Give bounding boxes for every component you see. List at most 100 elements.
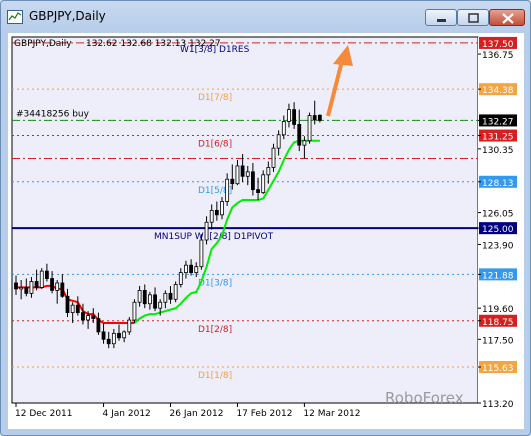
level-label: D1[1/8] <box>198 371 232 381</box>
y-tick-label: 136.75 <box>482 51 514 61</box>
candle-body <box>173 284 178 300</box>
y-tick-label: 117.50 <box>482 336 514 346</box>
candle-body <box>256 189 260 193</box>
candle-body <box>163 292 168 303</box>
candle-body <box>158 301 163 309</box>
candle-body <box>122 331 127 339</box>
candle-body <box>281 121 286 136</box>
candle-body <box>209 209 214 223</box>
price-tag-label: 134.38 <box>482 86 514 96</box>
candle-body <box>111 332 116 345</box>
candle-body <box>199 239 204 268</box>
candle-body <box>276 134 281 149</box>
candle-body <box>106 338 111 345</box>
price-tag-label: 125.00 <box>482 225 514 235</box>
candle-body <box>142 289 147 305</box>
candle-body <box>24 287 29 294</box>
candle-body <box>261 174 266 193</box>
level-label: D1[3/8] <box>198 278 232 288</box>
price-chart[interactable]: W1[3/8] D1RES 137.50D1[7/8]134.38#3441825… <box>8 33 524 429</box>
candle-body <box>194 266 199 274</box>
level-label: #34418256 buy <box>16 109 90 119</box>
price-tag-label: 137.50 <box>482 40 514 50</box>
candle-body <box>287 109 291 122</box>
candle-body <box>75 304 80 314</box>
chart-window: GBPJPY,Daily W1[3/8] D1RES 137.50 D1[7/8] 1… <box>0 0 531 436</box>
y-tick-label: 126.05 <box>482 210 514 220</box>
candle-body <box>14 282 18 290</box>
candle-body <box>235 165 240 185</box>
x-tick-label: 26 Jan 2012 <box>170 409 224 419</box>
candle-body <box>132 301 137 321</box>
ohlc-values: 132.62 132.68 132.13 132.27 <box>86 39 221 49</box>
candle-body <box>147 294 152 305</box>
price-tag-label: 115.63 <box>482 364 514 374</box>
chart-frame: W1[3/8] D1RES 137.50 D1[7/8] 134.38 #3441825… <box>8 33 524 429</box>
candle-body <box>317 114 322 121</box>
candle-body <box>70 304 75 314</box>
level-label: MN1SUP W1[2/8] D1PIVOT <box>154 232 274 242</box>
candle-body <box>55 282 60 291</box>
candle-body <box>204 221 209 241</box>
price-tag-label: 132.27 <box>482 117 514 127</box>
candle-body <box>225 178 230 202</box>
y-tick-label: 119.60 <box>482 305 514 315</box>
candle-body <box>127 319 132 333</box>
candle-body <box>240 165 245 177</box>
candle-body <box>29 281 34 294</box>
candle-body <box>101 331 106 340</box>
window-title: GBPJPY,Daily <box>29 9 106 23</box>
maximize-button[interactable] <box>457 9 489 26</box>
level-label: D1[2/8] <box>198 325 232 335</box>
candle-body <box>271 147 276 168</box>
candle-body <box>50 278 54 291</box>
x-tick-label: 17 Feb 2012 <box>236 409 292 419</box>
candle-body <box>39 270 44 288</box>
candle-body <box>86 315 90 321</box>
x-tick-label: 12 Mar 2012 <box>303 409 360 419</box>
candle-body <box>266 166 271 176</box>
x-tick-label: 4 Jan 2012 <box>103 409 151 419</box>
close-button[interactable] <box>489 9 525 26</box>
candle-body <box>81 312 85 321</box>
candle-body <box>34 281 39 288</box>
candle-body <box>178 272 183 285</box>
candle-body <box>168 292 173 300</box>
candle-body <box>302 140 307 146</box>
candle-body <box>19 287 24 290</box>
symbol-label: GBPJPY,Daily <box>14 39 72 49</box>
candle-body <box>250 171 255 191</box>
candle-body <box>91 315 96 319</box>
candle-body <box>230 178 235 185</box>
level-label: D1[6/8] <box>198 140 232 150</box>
y-tick-label: 123.90 <box>482 241 514 251</box>
candle-body <box>189 264 194 274</box>
candle-body <box>65 295 70 314</box>
price-tag-label: 121.88 <box>482 271 514 281</box>
price-tag-label: 118.75 <box>482 318 514 328</box>
y-tick-label: 113.20 <box>482 400 514 410</box>
candle-body <box>60 282 65 297</box>
minimize-button[interactable] <box>425 9 457 26</box>
candle-body <box>214 209 219 216</box>
title-bar[interactable]: GBPJPY,Daily <box>1 1 530 31</box>
candle-body <box>137 289 142 303</box>
candle-body <box>153 294 157 309</box>
watermark-logo: RoboForex <box>385 389 464 407</box>
candle-body <box>292 109 297 125</box>
level-label: D1[7/8] <box>198 93 232 103</box>
candle-body <box>45 270 49 279</box>
candle-body <box>307 115 312 142</box>
y-tick-label: 130.35 <box>482 146 514 156</box>
price-tag-label: 128.13 <box>482 179 514 189</box>
candle-body <box>220 201 224 216</box>
candle-body <box>245 171 250 177</box>
chart-window-icon <box>7 9 23 24</box>
candle-body <box>117 332 121 339</box>
candle-body <box>312 115 317 121</box>
candle-body <box>184 264 188 274</box>
x-tick-label: 12 Dec 2011 <box>15 409 73 419</box>
candle-body <box>96 318 101 333</box>
candle-body <box>297 124 302 146</box>
price-tag-label: 131.25 <box>482 133 514 143</box>
